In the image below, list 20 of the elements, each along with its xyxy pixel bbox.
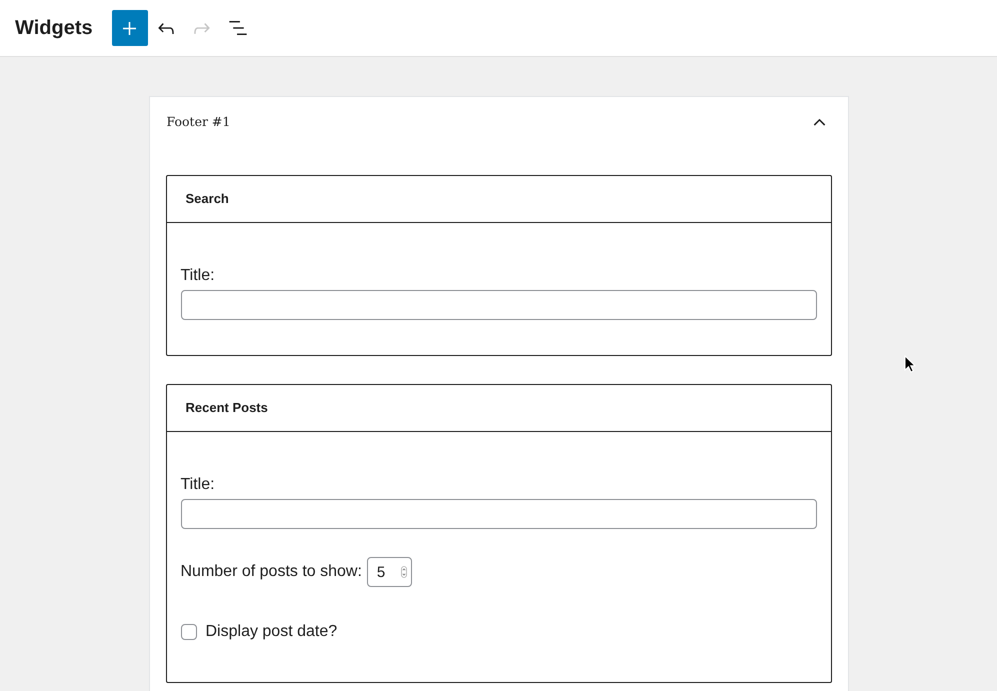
text-field[interactable] <box>180 499 816 529</box>
add-block-button[interactable] <box>112 10 148 46</box>
text-field[interactable] <box>180 290 816 320</box>
checkbox[interactable] <box>180 624 196 640</box>
checkbox-label: Display post date? <box>206 622 338 642</box>
chevron-up-icon <box>813 118 826 126</box>
field-label: Title: <box>180 475 215 495</box>
widget-title: Recent Posts <box>186 400 268 416</box>
number-field[interactable]: 5 <box>366 557 412 587</box>
undo-icon <box>158 22 174 34</box>
widget-title: Search <box>186 191 229 207</box>
field-label: Title: <box>180 266 215 286</box>
list-icon <box>228 21 247 35</box>
field-label: Number of posts to show: <box>180 562 362 582</box>
redo-icon <box>194 22 210 34</box>
plus-icon <box>123 22 136 34</box>
mouse-pointer-icon <box>904 355 916 373</box>
spinner-icon[interactable] <box>400 566 407 578</box>
widget-area-title: Footer #1 <box>166 113 230 131</box>
page-title: Widgets <box>15 16 93 40</box>
